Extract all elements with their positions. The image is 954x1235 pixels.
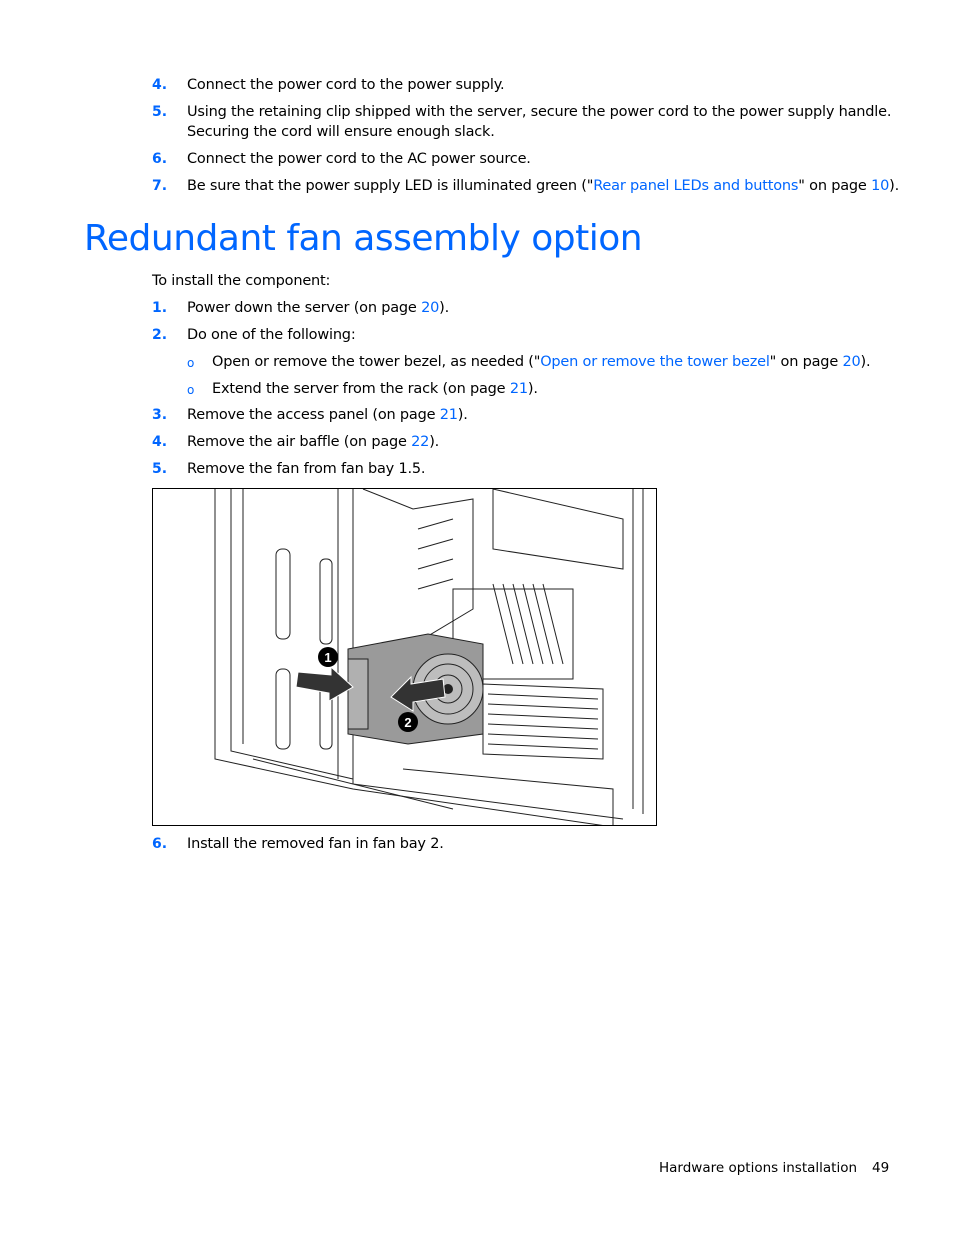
step-text: Connect the power cord to the AC power s…: [187, 151, 531, 167]
step-text: Power down the server (on page 20).: [187, 298, 449, 318]
text: " on page: [798, 178, 872, 194]
text: Remove the access panel (on page: [187, 407, 440, 423]
step-number: 7.: [152, 178, 168, 194]
step-number: 4.: [152, 77, 168, 93]
bullet-text: Extend the server from the rack (on page…: [212, 379, 538, 399]
intro-text: To install the component:: [152, 273, 331, 289]
step-text: Connect the power cord to the power supp…: [187, 77, 505, 93]
page-link[interactable]: 20: [842, 354, 860, 370]
step-number: 6.: [152, 151, 168, 167]
step-number: 2.: [152, 327, 168, 343]
step-number: 5.: [152, 461, 168, 477]
step-text: Remove the access panel (on page 21).: [187, 405, 468, 425]
step-number: 4.: [152, 434, 168, 450]
step-text: Remove the fan from fan bay 1.5.: [187, 461, 426, 477]
link-tower-bezel[interactable]: Open or remove the tower bezel: [540, 354, 770, 370]
page-link[interactable]: 20: [421, 300, 439, 316]
step-number: 6.: [152, 836, 168, 852]
section-heading: Redundant fan assembly option: [84, 218, 643, 259]
step-number: 1.: [152, 300, 168, 316]
page-number: 49: [872, 1160, 890, 1176]
page-link[interactable]: 22: [411, 434, 429, 450]
page-link[interactable]: 10: [871, 178, 889, 194]
page-link[interactable]: 21: [440, 407, 458, 423]
step-number: 3.: [152, 407, 168, 423]
text: ).: [439, 300, 449, 316]
step-text: Using the retaining clip shipped with th…: [187, 104, 892, 120]
callout-1: 1: [318, 647, 338, 667]
text: Open or remove the tower bezel, as neede…: [212, 354, 541, 370]
text: Be sure that the power supply LED is ill…: [187, 178, 594, 194]
bullet-icon: o: [187, 383, 195, 397]
page-link[interactable]: 21: [510, 381, 528, 397]
svg-text:2: 2: [404, 715, 411, 730]
bullet-icon: o: [187, 356, 195, 370]
server-chassis-drawing: 1 2: [214, 489, 644, 825]
text: " on page: [769, 354, 843, 370]
step-text: Do one of the following:: [187, 327, 356, 343]
text: ).: [860, 354, 871, 370]
callout-2: 2: [398, 712, 418, 732]
text: Remove the air baffle (on page: [187, 434, 412, 450]
text: ).: [889, 178, 899, 194]
page-footer: Hardware options installation 49: [659, 1158, 889, 1178]
step-text: Remove the air baffle (on page 22).: [187, 432, 439, 452]
arrow-right-icon: [295, 665, 354, 702]
text: ).: [527, 381, 538, 397]
step-text-continued: Securing the cord will ensure enough sla…: [187, 124, 495, 140]
text: Extend the server from the rack (on page: [212, 381, 510, 397]
text: ).: [429, 434, 440, 450]
step-text: Be sure that the power supply LED is ill…: [187, 176, 899, 196]
bullet-text: Open or remove the tower bezel, as neede…: [212, 352, 871, 372]
footer-section: Hardware options installation: [659, 1160, 858, 1176]
link-rear-panel-leds[interactable]: Rear panel LEDs and buttons: [593, 178, 798, 194]
fan-removal-illustration: 1 2: [152, 488, 657, 826]
step-number: 5.: [152, 104, 168, 120]
svg-text:1: 1: [324, 650, 331, 665]
text: Power down the server (on page: [187, 300, 422, 316]
text: ).: [457, 407, 468, 423]
step-text: Install the removed fan in fan bay 2.: [187, 836, 444, 852]
